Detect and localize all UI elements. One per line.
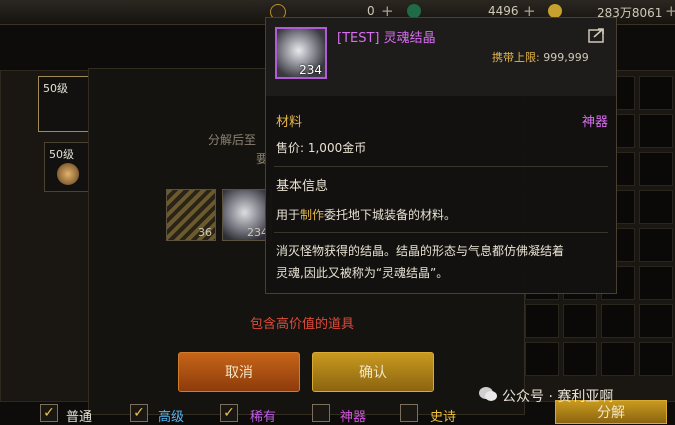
slot-level: 50级: [43, 82, 68, 95]
share-icon[interactable]: [588, 27, 606, 43]
inventory-cell[interactable]: [639, 152, 673, 186]
inventory-cell[interactable]: [639, 76, 673, 110]
soul-crystal-icon: 234: [275, 27, 327, 79]
filter-label-advanced: 高级: [158, 410, 185, 425]
filter-label-epic: 史诗: [430, 410, 457, 425]
slot-level: 50级: [49, 148, 74, 161]
cancel-button[interactable]: 取消: [178, 352, 300, 392]
inventory-cell[interactable]: [639, 266, 673, 300]
inventory-cell[interactable]: [525, 342, 559, 376]
filter-checkbox-common[interactable]: ✓: [40, 404, 58, 422]
inventory-cell[interactable]: [525, 304, 559, 338]
item-usage: 用于制作委托地下城装备的材料。: [276, 206, 456, 223]
carry-limit: 携带上限: 999,999: [492, 49, 589, 65]
inventory-cell[interactable]: [601, 304, 635, 338]
gold-coin-icon: [548, 4, 562, 18]
inventory-cell[interactable]: [563, 304, 597, 338]
material-count: 36: [198, 226, 212, 239]
filter-label-artifact: 神器: [340, 410, 367, 425]
slot-item-icon: [57, 163, 79, 185]
inventory-cell[interactable]: [639, 114, 673, 148]
item-price: 售价: 1,000金币: [276, 141, 367, 155]
filter-label-rare: 稀有: [250, 410, 277, 425]
filter-label-common: 普通: [66, 410, 93, 425]
inventory-cell[interactable]: [639, 342, 673, 376]
filter-checkbox-advanced[interactable]: ✓: [130, 404, 148, 422]
carry-limit-value: 999,999: [543, 51, 589, 64]
equipment-slot-2[interactable]: 50级: [44, 142, 90, 192]
inventory-cell[interactable]: [639, 228, 673, 262]
inventory-cell[interactable]: [639, 190, 673, 224]
item-rarity: 神器: [582, 115, 609, 130]
material-slot-1[interactable]: 36: [166, 189, 216, 241]
item-description-line2: 灵魂,因此又被称为“灵魂结晶”。: [276, 266, 449, 280]
filter-checkbox-rare[interactable]: ✓: [220, 404, 238, 422]
wechat-icon: [479, 387, 497, 401]
equipment-slot-1[interactable]: 50级: [38, 76, 90, 132]
carry-limit-label: 携带上限:: [492, 51, 540, 64]
high-value-warning: 包含高价值的道具: [250, 317, 355, 332]
divider: [274, 232, 608, 233]
currency-value-1: 0: [367, 4, 375, 18]
watermark-text: 公众号 · 赛利亚啊: [502, 389, 614, 405]
confirm-button[interactable]: 确认: [312, 352, 434, 392]
divider: [274, 166, 608, 167]
usage-suffix: 委托地下城装备的材料。: [324, 208, 457, 222]
inventory-cell[interactable]: [563, 342, 597, 376]
usage-prefix: 用于: [276, 208, 301, 222]
filter-checkbox-epic[interactable]: [400, 404, 418, 422]
dialog-text-line1: 分解后至: [208, 133, 257, 147]
item-title: [TEST] 灵魂结晶: [337, 31, 436, 46]
item-tooltip: 234 [TEST] 灵魂结晶 携带上限: 999,999 材料 神器 售价: …: [265, 17, 617, 294]
item-type: 材料: [276, 115, 303, 130]
item-description-line1: 消灭怪物获得的结晶。结晶的形态与气息都仿佛凝结着: [276, 244, 565, 258]
gem-icon: [407, 4, 421, 18]
basic-info-heading: 基本信息: [276, 179, 329, 194]
usage-highlight: 制作: [300, 208, 325, 222]
inventory-cell[interactable]: [639, 304, 673, 338]
item-count: 234: [299, 63, 322, 77]
currency-value-2: 4496: [488, 4, 519, 18]
inventory-cell[interactable]: [601, 342, 635, 376]
add-currency-3-icon[interactable]: +: [665, 2, 675, 20]
filter-checkbox-artifact[interactable]: [312, 404, 330, 422]
